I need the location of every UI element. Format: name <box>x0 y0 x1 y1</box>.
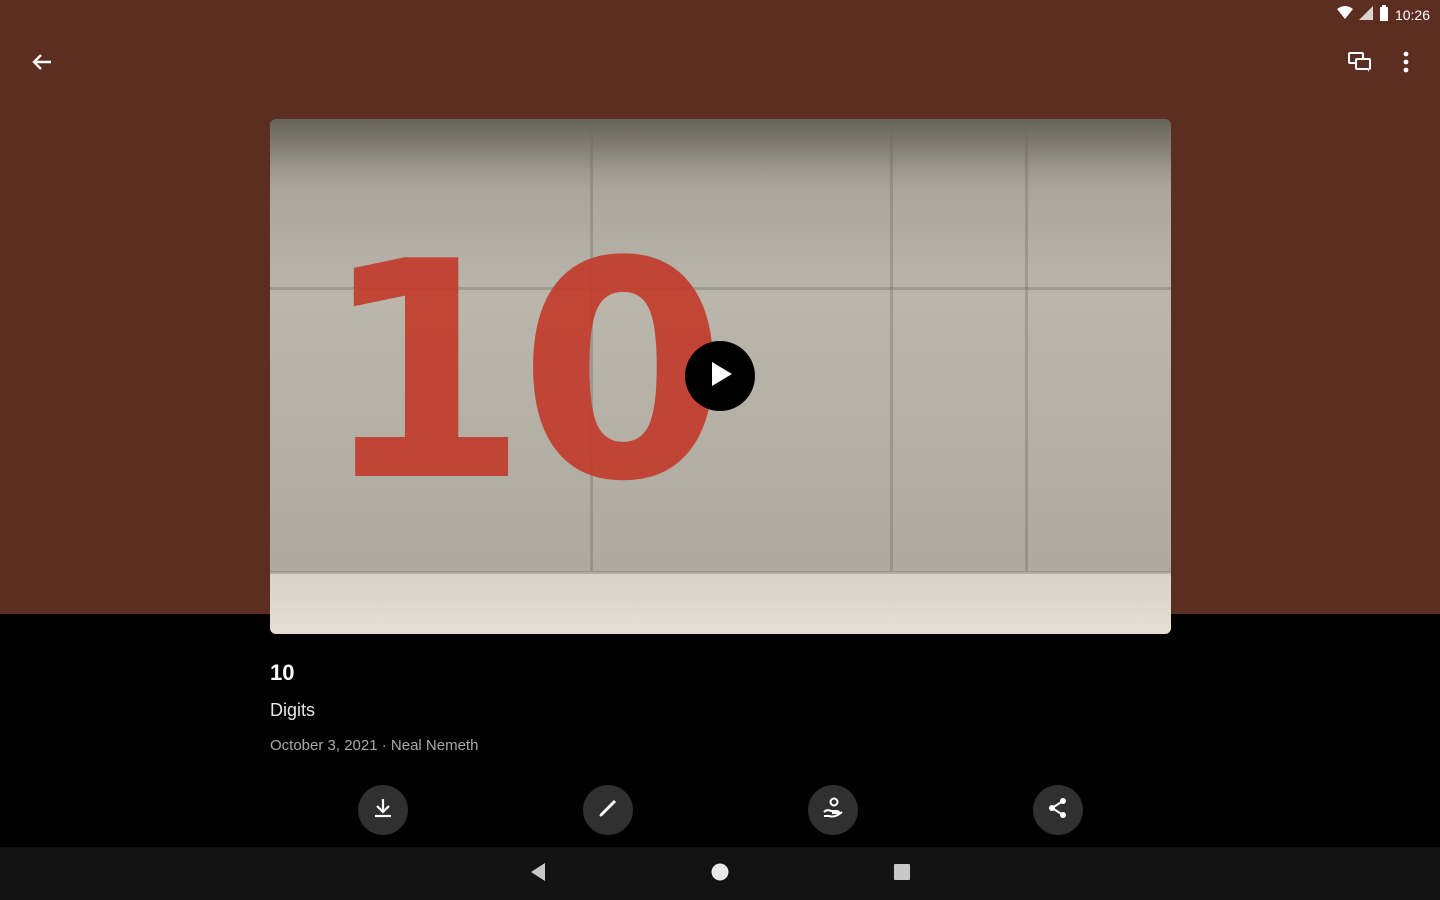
status-bar: 10:26 <box>1336 4 1430 26</box>
wall-stain <box>270 119 1171 189</box>
assign-button[interactable] <box>808 785 858 835</box>
share-button[interactable] <box>1033 785 1083 835</box>
video-meta: October 3, 2021 · Neal Nemeth <box>270 737 479 754</box>
wall-seam <box>1025 119 1028 571</box>
play-button[interactable] <box>685 341 755 411</box>
nav-home-button[interactable] <box>703 857 737 891</box>
video-subtitle: Digits <box>270 700 316 720</box>
hand-person-icon <box>821 796 845 825</box>
nav-home-icon <box>710 862 730 887</box>
status-time: 10:26 <box>1394 7 1430 23</box>
play-icon <box>706 359 734 394</box>
video-title: 10 <box>270 660 295 685</box>
chat-bubbles-icon <box>1347 50 1373 79</box>
nav-back-button[interactable] <box>521 857 555 891</box>
wall-seam <box>890 119 893 571</box>
download-icon <box>372 797 394 824</box>
edit-pencil-icon <box>597 797 619 824</box>
system-nav-bar <box>0 847 1440 900</box>
battery-icon <box>1379 4 1389 26</box>
video-thumbnail[interactable]: 10 <box>270 119 1171 634</box>
nav-recents-button[interactable] <box>885 857 919 891</box>
share-icon <box>1047 797 1069 824</box>
arrow-left-icon <box>31 51 53 78</box>
comments-button[interactable] <box>1340 46 1380 82</box>
more-vertical-icon <box>1403 51 1409 78</box>
wall-seam <box>270 571 1171 574</box>
edit-button[interactable] <box>583 785 633 835</box>
nav-recents-icon <box>893 863 911 886</box>
nav-back-icon <box>529 862 547 887</box>
more-options-button[interactable] <box>1390 46 1422 82</box>
back-button[interactable] <box>22 46 62 82</box>
wifi-icon <box>1336 5 1353 25</box>
wall-painted-number: 10 <box>320 198 727 547</box>
signal-icon <box>1358 5 1373 25</box>
download-button[interactable] <box>358 785 408 835</box>
